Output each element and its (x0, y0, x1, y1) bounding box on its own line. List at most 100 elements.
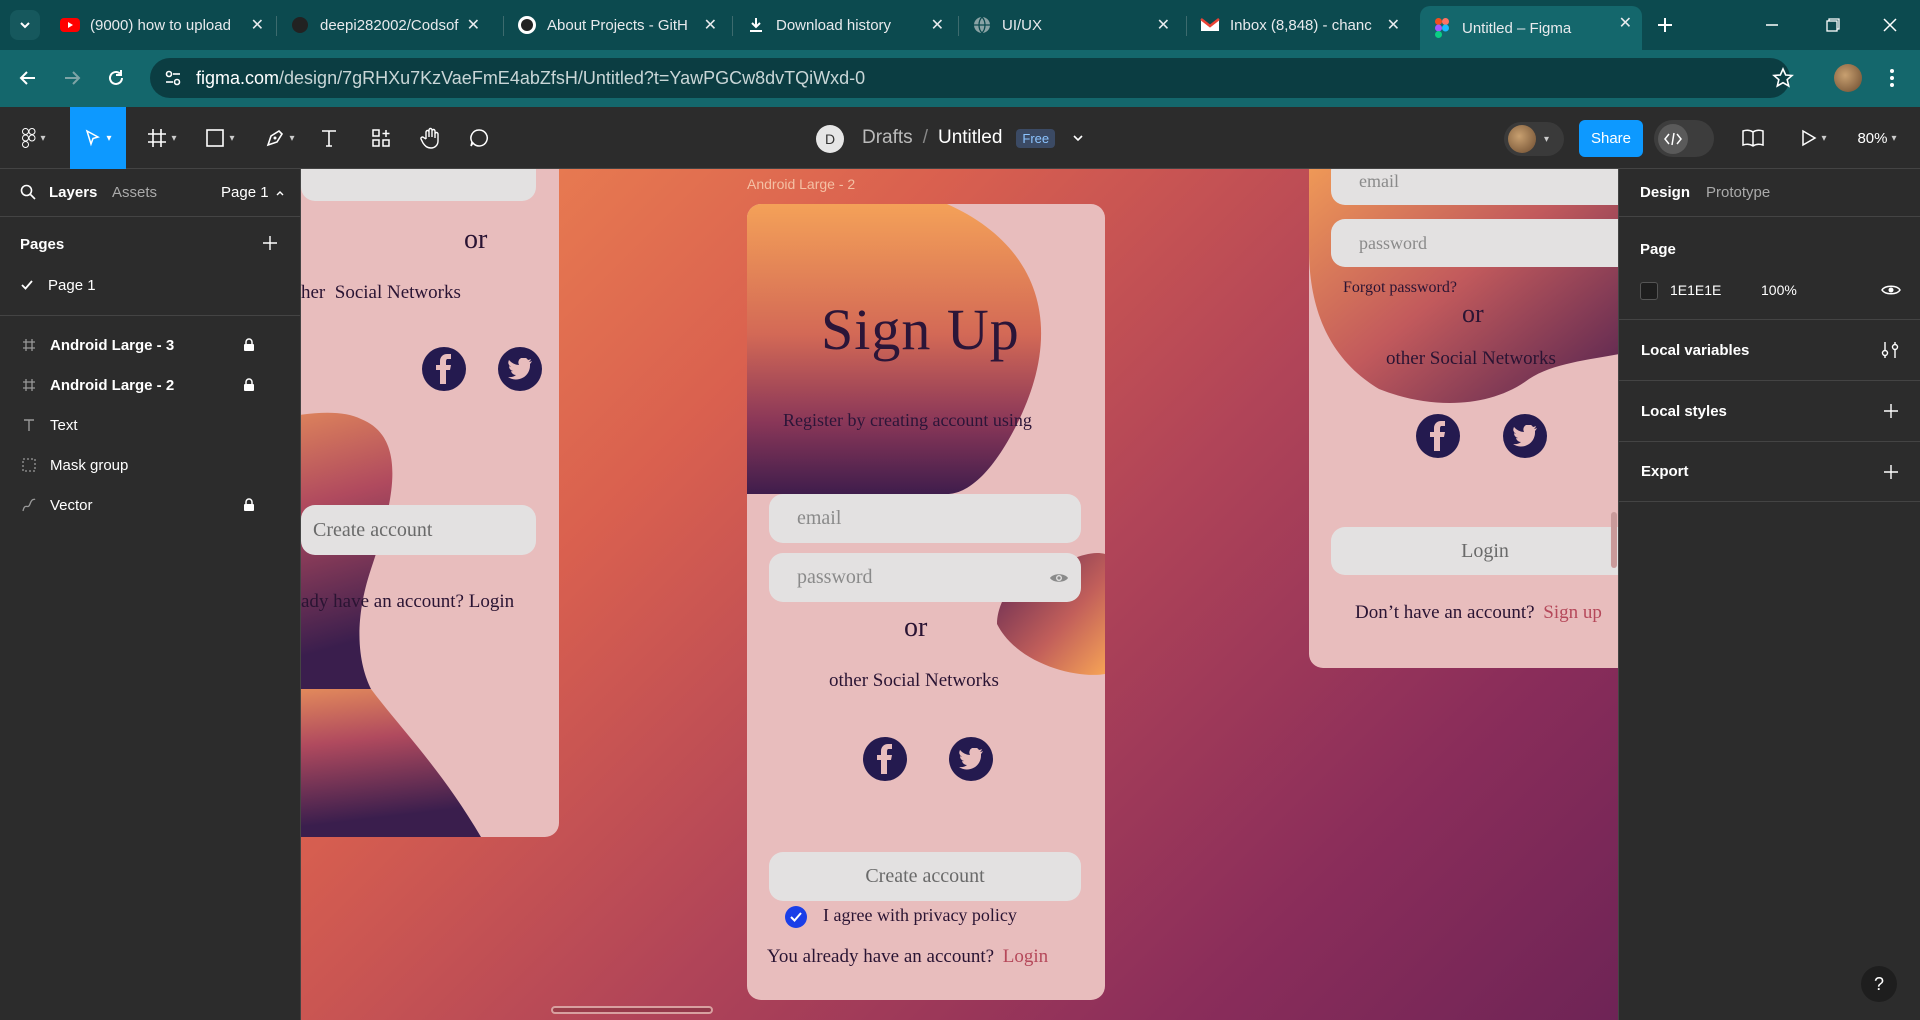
profile-avatar[interactable] (1834, 64, 1862, 92)
forgot-password-link[interactable]: Forgot password? (1343, 279, 1457, 297)
hand-tool-button[interactable] (416, 120, 446, 156)
close-icon[interactable]: ✕ (467, 15, 480, 35)
add-page-button[interactable] (262, 235, 278, 251)
close-window-button[interactable] (1870, 10, 1910, 40)
lock-icon[interactable] (243, 498, 255, 512)
main-menu-button[interactable]: ▾ (14, 120, 54, 156)
facebook-icon[interactable] (1416, 414, 1460, 458)
create-account-button[interactable]: Create account (301, 505, 536, 555)
lock-icon[interactable] (243, 338, 255, 352)
library-button[interactable] (1738, 120, 1768, 156)
page-item[interactable]: Page 1 (0, 265, 300, 305)
layer-row[interactable]: Android Large - 3 (0, 325, 300, 365)
zoom-menu-button[interactable]: 80% ▾ (1850, 120, 1904, 156)
address-bar[interactable]: figma.com/design/7gRHXu7KzVaeFmE4abZfsH/… (150, 58, 1794, 98)
forward-button[interactable] (56, 62, 88, 94)
tab-design[interactable]: Design (1640, 184, 1690, 201)
frame-android-large-2[interactable]: Sign Up Register by creating account usi… (747, 204, 1105, 1000)
password-field[interactable]: password (769, 553, 1081, 602)
text-tool-button[interactable] (314, 120, 344, 156)
browser-tab[interactable]: About Projects - GitH ✕ (505, 8, 727, 42)
email-field[interactable]: email (769, 494, 1081, 543)
browser-tab[interactable]: Inbox (8,848) - chanc ✕ (1188, 8, 1410, 42)
help-button[interactable]: ? (1861, 966, 1897, 1002)
page-color-swatch[interactable] (1640, 282, 1658, 300)
email-field[interactable]: email (1331, 169, 1618, 205)
frame-tool-button[interactable]: ▾ (140, 120, 184, 156)
page-opacity-value[interactable]: 100% (1761, 282, 1797, 298)
close-icon[interactable]: ✕ (704, 15, 717, 35)
page-color-value[interactable]: 1E1E1E (1670, 282, 1721, 298)
comment-tool-button[interactable] (464, 120, 494, 156)
browser-tab-active[interactable]: Untitled – Figma ✕ (1420, 6, 1642, 50)
login-button[interactable]: Login (1331, 527, 1618, 575)
restore-button[interactable] (1813, 10, 1853, 40)
create-account-button[interactable]: Create account (769, 852, 1081, 901)
export-section[interactable]: Export (1619, 441, 1920, 502)
url-text[interactable]: figma.com/design/7gRHXu7KzVaeFmE4abZfsH/… (196, 68, 865, 89)
team-avatar[interactable]: D (816, 125, 844, 153)
privacy-checkbox[interactable] (785, 906, 807, 928)
bookmark-star-icon[interactable] (1772, 67, 1794, 89)
site-info-icon[interactable] (164, 69, 182, 87)
layer-row[interactable]: Vector (0, 485, 300, 525)
variables-icon[interactable] (1881, 341, 1899, 359)
resources-tool-button[interactable] (366, 120, 396, 156)
shape-tool-button[interactable]: ▾ (198, 120, 242, 156)
design-canvas[interactable]: or her Social Networks Create account ad… (301, 169, 1618, 1020)
frame-android-large-3[interactable]: or her Social Networks Create account ad… (301, 169, 559, 837)
page-selector[interactable]: Page 1 (221, 184, 285, 201)
twitter-icon[interactable] (1503, 414, 1547, 458)
lock-icon[interactable] (243, 378, 255, 392)
tab-prototype[interactable]: Prototype (1706, 184, 1770, 201)
search-layers-button[interactable] (20, 184, 36, 200)
dev-mode-toggle[interactable] (1654, 120, 1714, 157)
tab-layers[interactable]: Layers (49, 184, 97, 201)
plan-badge[interactable]: Free (1016, 128, 1056, 148)
reload-button[interactable] (100, 62, 132, 94)
facebook-icon[interactable] (422, 347, 466, 391)
back-button[interactable] (12, 62, 44, 94)
browser-menu-button[interactable] (1882, 64, 1902, 92)
twitter-icon[interactable] (498, 347, 542, 391)
layer-row[interactable]: Text (0, 405, 300, 445)
local-styles-section[interactable]: Local styles (1619, 380, 1920, 441)
twitter-icon[interactable] (949, 737, 993, 781)
present-button[interactable]: ▾ (1794, 120, 1834, 156)
local-variables-section[interactable]: Local variables (1619, 319, 1920, 380)
layer-row[interactable]: Android Large - 2 (0, 365, 300, 405)
breadcrumb-drafts[interactable]: Drafts (862, 127, 913, 149)
share-button[interactable]: Share (1579, 120, 1643, 157)
signup-link[interactable]: Sign up (1543, 602, 1602, 623)
eye-icon[interactable] (1881, 283, 1901, 297)
close-icon[interactable]: ✕ (1157, 15, 1170, 35)
tab-search-button[interactable] (10, 10, 40, 40)
close-icon[interactable]: ✕ (1387, 15, 1400, 35)
plus-icon[interactable] (1883, 403, 1899, 419)
pen-tool-button[interactable]: ▾ (258, 120, 302, 156)
multiplayer-avatar-button[interactable]: ▾ (1504, 122, 1564, 156)
layer-row[interactable]: Mask group (0, 445, 300, 485)
new-tab-button[interactable] (1650, 10, 1680, 40)
close-icon[interactable]: ✕ (1619, 13, 1632, 33)
tab-assets[interactable]: Assets (112, 184, 157, 201)
login-link[interactable]: Login (1003, 946, 1048, 967)
chevron-down-icon[interactable] (1071, 131, 1085, 145)
frame-android-large-1[interactable]: email password Forgot password? or other… (1309, 169, 1618, 668)
move-tool-button[interactable]: ▾ (70, 107, 126, 169)
close-icon[interactable]: ✕ (931, 15, 944, 35)
plus-icon[interactable] (1883, 464, 1899, 480)
close-icon[interactable]: ✕ (251, 15, 264, 35)
facebook-icon[interactable] (863, 737, 907, 781)
browser-tab[interactable]: (9000) how to upload ✕ (48, 8, 274, 42)
eye-icon[interactable] (1049, 571, 1069, 585)
canvas-horizontal-scrollbar[interactable] (551, 1006, 713, 1014)
frame-scrollbar[interactable] (1611, 512, 1617, 568)
login-link[interactable]: Login (469, 591, 514, 612)
minimize-button[interactable] (1752, 10, 1792, 40)
browser-tab[interactable]: Download history ✕ (734, 8, 954, 42)
browser-tab[interactable]: deepi282002/Codsof ✕ (278, 8, 490, 42)
frame-label[interactable]: Android Large - 2 (747, 176, 855, 192)
file-name[interactable]: Untitled (938, 127, 1002, 149)
password-field[interactable]: password (1331, 219, 1618, 267)
